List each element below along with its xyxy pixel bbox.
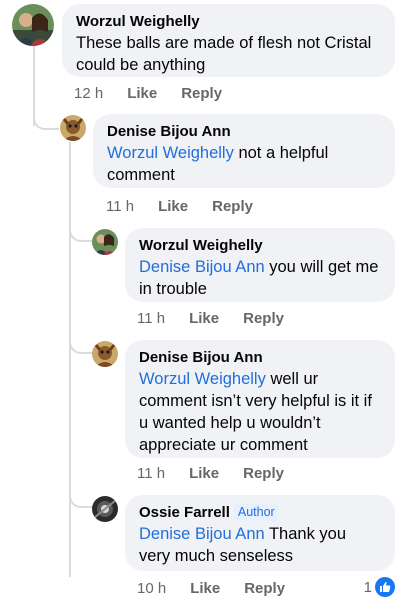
avatar-denise[interactable] [60, 115, 86, 141]
comment-author[interactable]: Denise Bijou Ann [107, 122, 381, 142]
like-button[interactable]: Like [189, 310, 219, 328]
like-button[interactable]: Like [127, 85, 157, 103]
comment-bubble: Worzul Weighelly These balls are made of… [62, 4, 395, 77]
comment-thread: Worzul Weighelly These balls are made of… [0, 0, 407, 600]
comment-actions: 11 h Like Reply [137, 465, 284, 483]
reaction-summary[interactable]: 1 [364, 577, 395, 597]
comment-time[interactable]: 11 h [137, 465, 165, 483]
like-button[interactable]: Like [158, 198, 188, 216]
reply-button[interactable]: Reply [212, 198, 253, 216]
like-button[interactable]: Like [189, 465, 219, 483]
author-name[interactable]: Ossie Farrell [139, 504, 230, 521]
profile-photo-icon [92, 341, 118, 367]
comment-bubble: Worzul Weighelly Denise Bijou Ann you wi… [125, 228, 395, 302]
reaction-count: 1 [363, 578, 372, 596]
thread-line-main [33, 46, 35, 126]
comment-text: Denise Bijou Ann Thank you very much sen… [139, 523, 381, 567]
avatar-worzul[interactable] [12, 4, 54, 46]
comment-author[interactable]: Worzul Weighelly [76, 12, 381, 32]
comment-actions: 12 h Like Reply [74, 85, 222, 103]
comment-actions: 10 h Like Reply [137, 580, 285, 598]
like-button[interactable]: Like [190, 580, 220, 598]
comment-bubble: Denise Bijou Ann Worzul Weighelly well u… [125, 340, 395, 458]
comment-bubble: Ossie Farrell Author Denise Bijou Ann Tha… [125, 495, 395, 571]
thread-line-reply [69, 142, 71, 577]
profile-photo-icon [92, 496, 118, 522]
profile-photo-icon [92, 229, 118, 255]
profile-photo-icon [12, 4, 54, 46]
comment-text: Worzul Weighelly well ur comment isn’t v… [139, 368, 381, 456]
reply-button[interactable]: Reply [243, 310, 284, 328]
avatar-denise[interactable] [92, 341, 118, 367]
comment-body: These balls are made of flesh not Crista… [76, 34, 372, 74]
avatar-ossie[interactable] [92, 496, 118, 522]
avatar-worzul[interactable] [92, 229, 118, 255]
author-badge: Author [233, 503, 279, 521]
comment-text: Worzul Weighelly not a helpful comment [107, 142, 381, 186]
profile-photo-icon [60, 115, 86, 141]
mention-link[interactable]: Worzul Weighelly [139, 370, 266, 388]
comment-time[interactable]: 12 h [74, 85, 103, 103]
comment-author: Ossie Farrell Author [139, 503, 381, 523]
comment-bubble: Denise Bijou Ann Worzul Weighelly not a … [93, 114, 395, 188]
comment-text: These balls are made of flesh not Crista… [76, 32, 381, 76]
comment-time[interactable]: 11 h [137, 310, 165, 328]
comment-actions: 11 h Like Reply [137, 310, 284, 328]
thread-elbow-1 [33, 118, 59, 130]
mention-link[interactable]: Denise Bijou Ann [139, 525, 265, 543]
thumbs-up-icon [375, 577, 395, 597]
comment-time[interactable]: 11 h [106, 198, 134, 216]
reply-button[interactable]: Reply [181, 85, 222, 103]
thread-elbow-4 [69, 494, 93, 508]
mention-link[interactable]: Denise Bijou Ann [139, 258, 265, 276]
reply-button[interactable]: Reply [244, 580, 285, 598]
comment-actions: 11 h Like Reply [106, 198, 253, 216]
comment-author[interactable]: Denise Bijou Ann [139, 348, 381, 368]
thread-elbow-3 [69, 340, 93, 354]
thread-elbow-2 [69, 228, 93, 242]
mention-link[interactable]: Worzul Weighelly [107, 144, 234, 162]
comment-text: Denise Bijou Ann you will get me in trou… [139, 256, 381, 300]
reply-button[interactable]: Reply [243, 465, 284, 483]
comment-time[interactable]: 10 h [137, 580, 166, 598]
comment-author[interactable]: Worzul Weighelly [139, 236, 381, 256]
